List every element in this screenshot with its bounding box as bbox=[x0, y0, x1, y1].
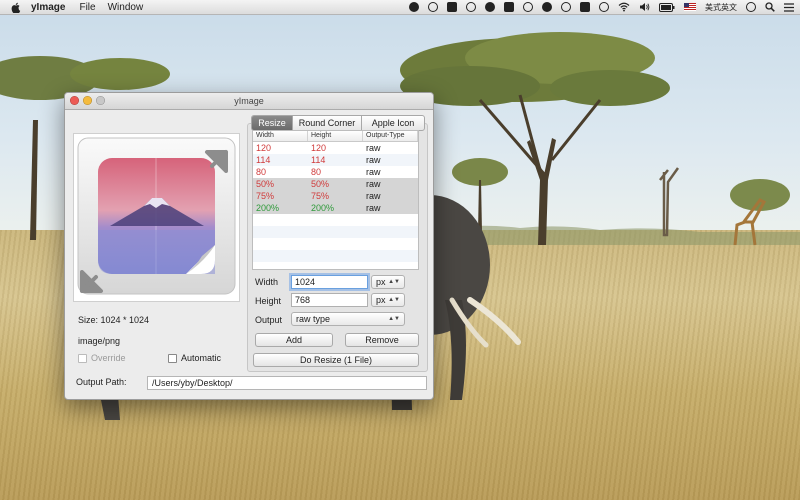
image-preview-well[interactable] bbox=[73, 133, 240, 302]
close-window-button[interactable] bbox=[70, 96, 79, 105]
menu-bar: yImage File Window 美式英文 bbox=[0, 0, 800, 15]
automatic-label: Automatic bbox=[181, 353, 222, 363]
column-output-type-header[interactable]: Output-Type bbox=[363, 131, 418, 141]
user-icon[interactable] bbox=[746, 2, 756, 12]
height-label: Height bbox=[255, 296, 282, 306]
menu-app-name[interactable]: yImage bbox=[31, 2, 65, 13]
height-input[interactable]: 768 bbox=[291, 293, 368, 307]
link-icon[interactable] bbox=[485, 2, 495, 12]
bell-icon[interactable] bbox=[542, 2, 552, 12]
width-label: Width bbox=[255, 277, 279, 287]
output-type-popup[interactable]: raw type ▲▼ bbox=[291, 312, 405, 326]
override-label: Override bbox=[91, 353, 126, 363]
apple-menu-icon[interactable] bbox=[11, 2, 21, 13]
minimize-window-button[interactable] bbox=[83, 96, 92, 105]
image-mime-label: image/png bbox=[78, 336, 121, 346]
table-row[interactable]: 200% 200% raw bbox=[253, 202, 418, 214]
override-checkbox[interactable]: Override bbox=[78, 353, 126, 363]
height-unit-popup[interactable]: px ▲▼ bbox=[371, 293, 405, 307]
automatic-checkbox[interactable]: Automatic bbox=[168, 353, 221, 363]
list-icon[interactable] bbox=[784, 2, 794, 12]
image-size-label: Size: 1024 * 1024 bbox=[78, 315, 150, 325]
menu-file[interactable]: File bbox=[79, 2, 95, 13]
input-method-label[interactable]: 美式英文 bbox=[705, 2, 737, 13]
tab-apple-icon[interactable]: Apple Icon bbox=[362, 116, 424, 130]
popup-arrows-icon: ▲▼ bbox=[388, 279, 400, 285]
time-machine-icon[interactable] bbox=[599, 2, 609, 12]
tools-icon[interactable] bbox=[523, 2, 533, 12]
column-width-header[interactable]: Width bbox=[253, 131, 308, 141]
zoom-window-button[interactable] bbox=[96, 96, 105, 105]
battery-icon[interactable] bbox=[659, 2, 675, 12]
app-icon-preview bbox=[77, 137, 236, 295]
tab-resize[interactable]: Resize bbox=[252, 116, 293, 130]
size-table[interactable]: Width Height Output-Type 120 120 raw 114… bbox=[252, 130, 419, 270]
sync-icon[interactable] bbox=[428, 2, 438, 12]
table-row[interactable]: 50% 50% raw bbox=[253, 178, 418, 190]
power-icon[interactable] bbox=[561, 2, 571, 12]
flag-icon[interactable] bbox=[684, 3, 696, 11]
output-path-field[interactable]: /Users/yby/Desktop/ bbox=[147, 376, 427, 390]
tab-round-corner[interactable]: Round Corner bbox=[293, 116, 362, 130]
tab-bar: Resize Round Corner Apple Icon bbox=[251, 115, 425, 131]
output-path-label: Output Path: bbox=[76, 377, 127, 387]
status-menu-area: 美式英文 bbox=[409, 0, 794, 14]
remove-button[interactable]: Remove bbox=[345, 333, 419, 347]
window-title: yImage bbox=[234, 96, 264, 106]
do-resize-button[interactable]: Do Resize (1 File) bbox=[253, 353, 419, 367]
security-icon[interactable] bbox=[504, 2, 514, 12]
record-icon[interactable] bbox=[466, 2, 476, 12]
search-icon[interactable] bbox=[765, 2, 775, 12]
table-row[interactable]: 120 120 raw bbox=[253, 142, 418, 154]
width-unit-popup[interactable]: px ▲▼ bbox=[371, 275, 405, 289]
add-button[interactable]: Add bbox=[255, 333, 333, 347]
airplay-icon[interactable] bbox=[580, 2, 590, 12]
title-bar[interactable]: yImage bbox=[65, 93, 433, 110]
table-header: Width Height Output-Type bbox=[253, 131, 418, 142]
qq-icon[interactable] bbox=[409, 2, 419, 12]
table-row[interactable]: 80 80 raw bbox=[253, 166, 418, 178]
volume-icon[interactable] bbox=[639, 2, 650, 12]
yimage-window: yImage Size: 1024 * 1024 image/png Overr… bbox=[64, 92, 434, 400]
table-row[interactable]: 75% 75% raw bbox=[253, 190, 418, 202]
output-label: Output bbox=[255, 315, 283, 325]
popup-arrows-icon: ▲▼ bbox=[388, 316, 400, 322]
menu-window[interactable]: Window bbox=[108, 2, 144, 13]
wifi-icon[interactable] bbox=[618, 2, 630, 12]
table-row[interactable]: 114 114 raw bbox=[253, 154, 418, 166]
popup-arrows-icon: ▲▼ bbox=[388, 297, 400, 303]
lock-icon[interactable] bbox=[447, 2, 457, 12]
column-height-header[interactable]: Height bbox=[308, 131, 363, 141]
width-input[interactable]: 1024 bbox=[291, 275, 368, 289]
